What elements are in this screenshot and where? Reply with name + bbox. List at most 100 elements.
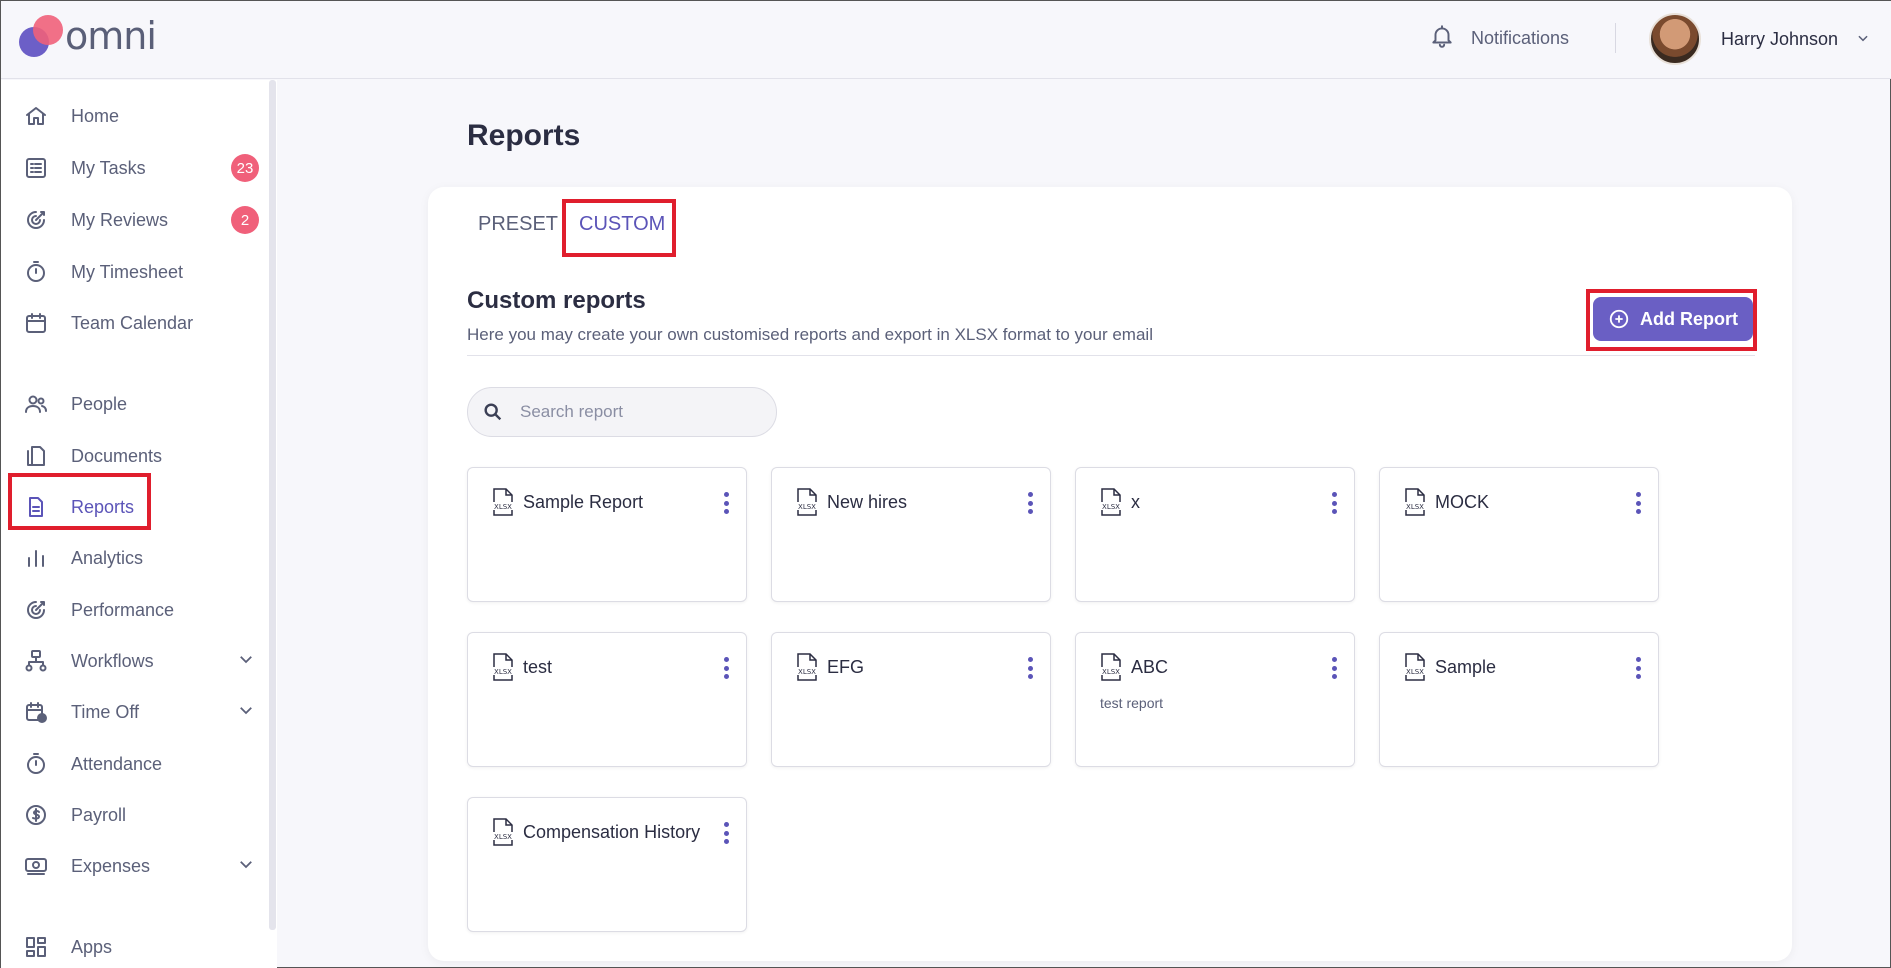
sidebar-item-reports[interactable]: Reports: [1, 485, 261, 529]
more-options-icon[interactable]: [1026, 657, 1034, 679]
report-card[interactable]: XLSX ABC test report: [1075, 632, 1355, 767]
bell-icon: [1429, 23, 1455, 54]
avatar: [1649, 13, 1701, 65]
report-card[interactable]: XLSX EFG: [771, 632, 1051, 767]
report-name: MOCK: [1435, 492, 1489, 512]
add-report-button[interactable]: Add Report: [1593, 297, 1753, 341]
notifications-label: Notifications: [1471, 28, 1570, 48]
report-card[interactable]: XLSX MOCK: [1379, 467, 1659, 602]
header-divider: [1615, 23, 1616, 53]
sidebar-item-my-timesheet[interactable]: My Timesheet: [1, 250, 261, 294]
more-options-icon[interactable]: [1634, 492, 1642, 514]
more-options-icon[interactable]: [722, 657, 730, 679]
sidebar-item-documents[interactable]: Documents: [1, 434, 261, 478]
sidebar-item-label: Analytics: [71, 547, 144, 568]
tab-preset[interactable]: PRESET: [478, 213, 558, 236]
xlsx-label: XLSX: [798, 503, 816, 511]
sidebar-item-people[interactable]: People: [1, 382, 261, 426]
more-options-icon[interactable]: [1330, 657, 1338, 679]
stopwatch-icon: [23, 259, 49, 285]
sidebar-item-label: Team Calendar: [71, 312, 194, 333]
chevron-down-icon[interactable]: [237, 701, 255, 724]
user-menu[interactable]: Harry Johnson: [1649, 13, 1870, 65]
sidebar-item-my-tasks[interactable]: My Tasks 23: [1, 146, 261, 190]
search-box[interactable]: [467, 387, 777, 437]
section-title: Custom reports: [467, 287, 646, 314]
sidebar-item-attendance[interactable]: Attendance: [1, 742, 261, 786]
calendar-clock-icon: [23, 699, 49, 725]
sidebar-item-label: Performance: [71, 599, 175, 620]
chevron-down-icon[interactable]: [237, 650, 255, 673]
sidebar-item-home[interactable]: Home: [1, 94, 261, 138]
sidebar-item-payroll[interactable]: Payroll: [1, 793, 261, 837]
xlsx-label: XLSX: [1102, 503, 1120, 511]
sidebar-item-my-reviews[interactable]: My Reviews 2: [1, 198, 261, 242]
more-options-icon[interactable]: [722, 822, 730, 844]
report-name: Compensation History: [523, 822, 701, 842]
sidebar-item-label: Workflows: [71, 650, 154, 671]
bar-chart-icon: [23, 545, 49, 571]
chevron-down-icon[interactable]: [1856, 31, 1870, 48]
tasks-count-badge: 23: [231, 154, 259, 182]
xlsx-file-icon: XLSX: [492, 488, 514, 516]
xlsx-file-icon: XLSX: [796, 653, 818, 681]
xlsx-file-icon: XLSX: [1404, 653, 1426, 681]
xlsx-label: XLSX: [1406, 503, 1424, 511]
sidebar-item-expenses[interactable]: Expenses: [1, 844, 261, 888]
sidebar-item-team-calendar[interactable]: Team Calendar: [1, 301, 261, 345]
sidebar-item-label: Reports: [71, 496, 135, 517]
stopwatch-icon: [23, 751, 49, 777]
xlsx-label: XLSX: [1406, 668, 1424, 676]
report-name: Sample: [1435, 657, 1497, 677]
sidebar-item-label: Apps: [71, 936, 113, 957]
report-card[interactable]: XLSX Sample: [1379, 632, 1659, 767]
xlsx-file-icon: XLSX: [1100, 488, 1122, 516]
page-title: Reports: [467, 119, 581, 152]
xlsx-file-icon: XLSX: [492, 653, 514, 681]
report-card[interactable]: XLSX Compensation History: [467, 797, 747, 932]
top-header: omni Notifications Harry Johnson: [1, 1, 1891, 79]
sidebar-item-label: My Tasks: [71, 157, 146, 178]
section-divider: [467, 355, 1755, 356]
performance-icon: [23, 597, 49, 623]
more-options-icon[interactable]: [1634, 657, 1642, 679]
xlsx-label: XLSX: [1102, 668, 1120, 676]
report-card[interactable]: XLSX New hires: [771, 467, 1051, 602]
notifications-button[interactable]: Notifications: [1429, 23, 1569, 54]
sidebar-item-label: Time Off: [71, 701, 140, 722]
sidebar-item-time-off[interactable]: Time Off: [1, 690, 261, 734]
dollar-icon: [23, 802, 49, 828]
more-options-icon[interactable]: [1330, 492, 1338, 514]
more-options-icon[interactable]: [722, 492, 730, 514]
xlsx-file-icon: XLSX: [1100, 653, 1122, 681]
xlsx-label: XLSX: [494, 833, 512, 841]
omni-logo[interactable]: omni: [19, 13, 157, 59]
sidebar-item-label: Attendance: [71, 753, 163, 774]
report-card[interactable]: XLSX x: [1075, 467, 1355, 602]
report-name: ABC: [1131, 657, 1169, 677]
chevron-down-icon[interactable]: [237, 855, 255, 878]
report-card[interactable]: XLSX test: [467, 632, 747, 767]
sidebar-item-analytics[interactable]: Analytics: [1, 536, 261, 580]
more-options-icon[interactable]: [1026, 492, 1034, 514]
workflow-icon: [23, 648, 49, 674]
sidebar-item-performance[interactable]: Performance: [1, 588, 261, 632]
search-input[interactable]: [520, 402, 750, 422]
reviews-icon: [23, 207, 49, 233]
sidebar-item-workflows[interactable]: Workflows: [1, 639, 261, 683]
sidebar-item-apps[interactable]: Apps: [1, 925, 261, 968]
sidebar-item-label: Expenses: [71, 855, 151, 876]
search-icon: [484, 403, 502, 421]
home-icon: [23, 103, 49, 129]
tasks-icon: [23, 155, 49, 181]
tab-custom[interactable]: CUSTOM: [579, 213, 665, 236]
sidebar-scrollbar[interactable]: [269, 80, 276, 930]
xlsx-file-icon: XLSX: [1404, 488, 1426, 516]
sidebar: Home My Tasks 23 My Reviews 2 My Timeshe…: [1, 80, 277, 968]
report-card[interactable]: XLSX Sample Report: [467, 467, 747, 602]
logo-text: omni: [65, 14, 157, 58]
sidebar-item-label: People: [71, 393, 128, 414]
xlsx-label: XLSX: [494, 668, 512, 676]
people-icon: [23, 391, 49, 417]
calendar-icon: [23, 310, 49, 336]
